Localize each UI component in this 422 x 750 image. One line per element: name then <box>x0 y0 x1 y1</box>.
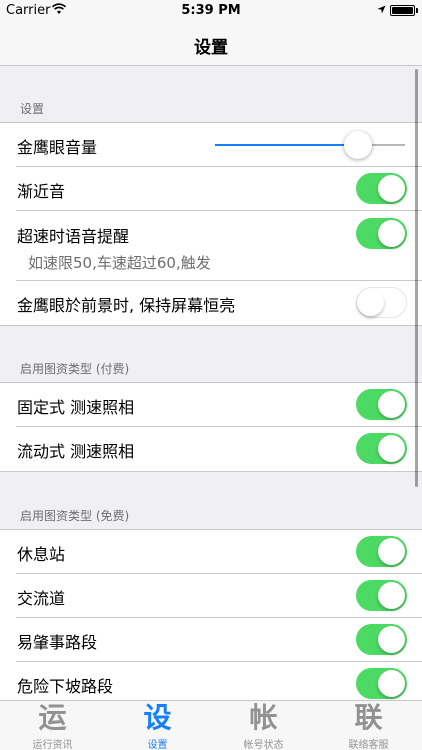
speeding-alert-label: 超速时语音提醒 <box>17 227 130 246</box>
page-title: 设置 <box>194 38 228 58</box>
tab-settings[interactable]: 设 设置 <box>105 701 210 750</box>
location-arrow-icon <box>377 5 386 14</box>
volume-slider[interactable] <box>215 131 405 159</box>
status-bar: Carrier 5:39 PM <box>0 0 422 22</box>
fixed-camera-label: 固定式 测速照相 <box>17 398 135 417</box>
approach-sound-label: 渐近音 <box>17 182 66 201</box>
tab-status-info-label: 运行资讯 <box>32 740 73 750</box>
screen-on-label: 金鹰眼於前景时, 保持屏幕恒亮 <box>17 296 236 315</box>
screen-on-toggle[interactable] <box>356 287 407 318</box>
section-header-settings: 设置 <box>20 102 45 116</box>
free-group: 休息站 交流道 易肇事路段 危险下坡路段 <box>0 529 422 700</box>
speeding-alert-description: 如速限50,车速超过60,触发 <box>28 254 211 272</box>
tab-bar: 运 运行资讯 设 设置 帐 帐号状态 联 联络客服 <box>0 700 422 750</box>
navigation-bar: 设置 <box>0 22 422 66</box>
rest-stop-toggle[interactable] <box>356 536 407 567</box>
volume-label: 金鹰眼音量 <box>17 138 98 157</box>
section-header-free: 启用图资类型 (免费) <box>20 509 130 523</box>
tab-account-status-label: 帐号状态 <box>243 740 284 750</box>
interchange-row: 交流道 <box>0 574 422 618</box>
volume-row: 金鹰眼音量 <box>0 123 422 167</box>
tab-contact-support[interactable]: 联 联络客服 <box>316 701 421 750</box>
volume-slider-knob[interactable] <box>343 131 372 159</box>
accident-prone-toggle[interactable] <box>356 624 407 655</box>
tab-account-status[interactable]: 帐 帐号状态 <box>211 701 316 750</box>
mobile-camera-label: 流动式 测速照相 <box>17 442 135 461</box>
scroll-indicator[interactable] <box>415 69 418 487</box>
account-icon: 帐 <box>249 701 278 734</box>
screen-on-row: 金鹰眼於前景时, 保持屏幕恒亮 <box>0 281 422 325</box>
settings-group: 金鹰眼音量 渐近音 超速时语音提醒 如速限50,车速超过60,触发 金鹰眼於前景… <box>0 122 422 326</box>
fixed-camera-toggle[interactable] <box>356 389 407 420</box>
section-header-paid: 启用图资类型 (付费) <box>20 362 130 376</box>
tab-status-info[interactable]: 运 运行资讯 <box>0 701 105 750</box>
accident-prone-label: 易肇事路段 <box>17 633 98 652</box>
tab-contact-support-label: 联络客服 <box>348 740 389 750</box>
fixed-camera-row: 固定式 测速照相 <box>0 383 422 427</box>
downhill-toggle[interactable] <box>356 668 407 699</box>
tab-settings-label: 设置 <box>147 740 168 750</box>
rest-stop-row: 休息站 <box>0 530 422 574</box>
approach-sound-row: 渐近音 <box>0 167 422 211</box>
downhill-row: 危险下坡路段 <box>0 662 422 700</box>
settings-icon: 设 <box>143 701 172 734</box>
volume-slider-fill <box>215 144 358 146</box>
interchange-label: 交流道 <box>17 589 66 608</box>
approach-sound-toggle[interactable] <box>356 173 407 204</box>
mobile-camera-row: 流动式 测速照相 <box>0 427 422 471</box>
downhill-label: 危险下坡路段 <box>17 677 114 696</box>
clock: 5:39 PM <box>181 3 241 18</box>
battery-icon <box>390 5 415 16</box>
interchange-toggle[interactable] <box>356 580 407 611</box>
status-info-icon: 运 <box>38 701 67 734</box>
settings-table[interactable]: 设置 金鹰眼音量 渐近音 超速时语音提醒 如速限50,车速超过60,触发 金鹰眼… <box>0 67 422 700</box>
contact-icon: 联 <box>354 701 383 734</box>
accident-prone-row: 易肇事路段 <box>0 618 422 662</box>
paid-group: 固定式 测速照相 流动式 测速照相 <box>0 382 422 472</box>
speeding-alert-toggle[interactable] <box>356 218 407 249</box>
speeding-alert-row: 超速时语音提醒 如速限50,车速超过60,触发 <box>0 211 422 281</box>
battery-tip <box>416 8 418 13</box>
rest-stop-label: 休息站 <box>17 545 66 564</box>
mobile-camera-toggle[interactable] <box>356 433 407 464</box>
